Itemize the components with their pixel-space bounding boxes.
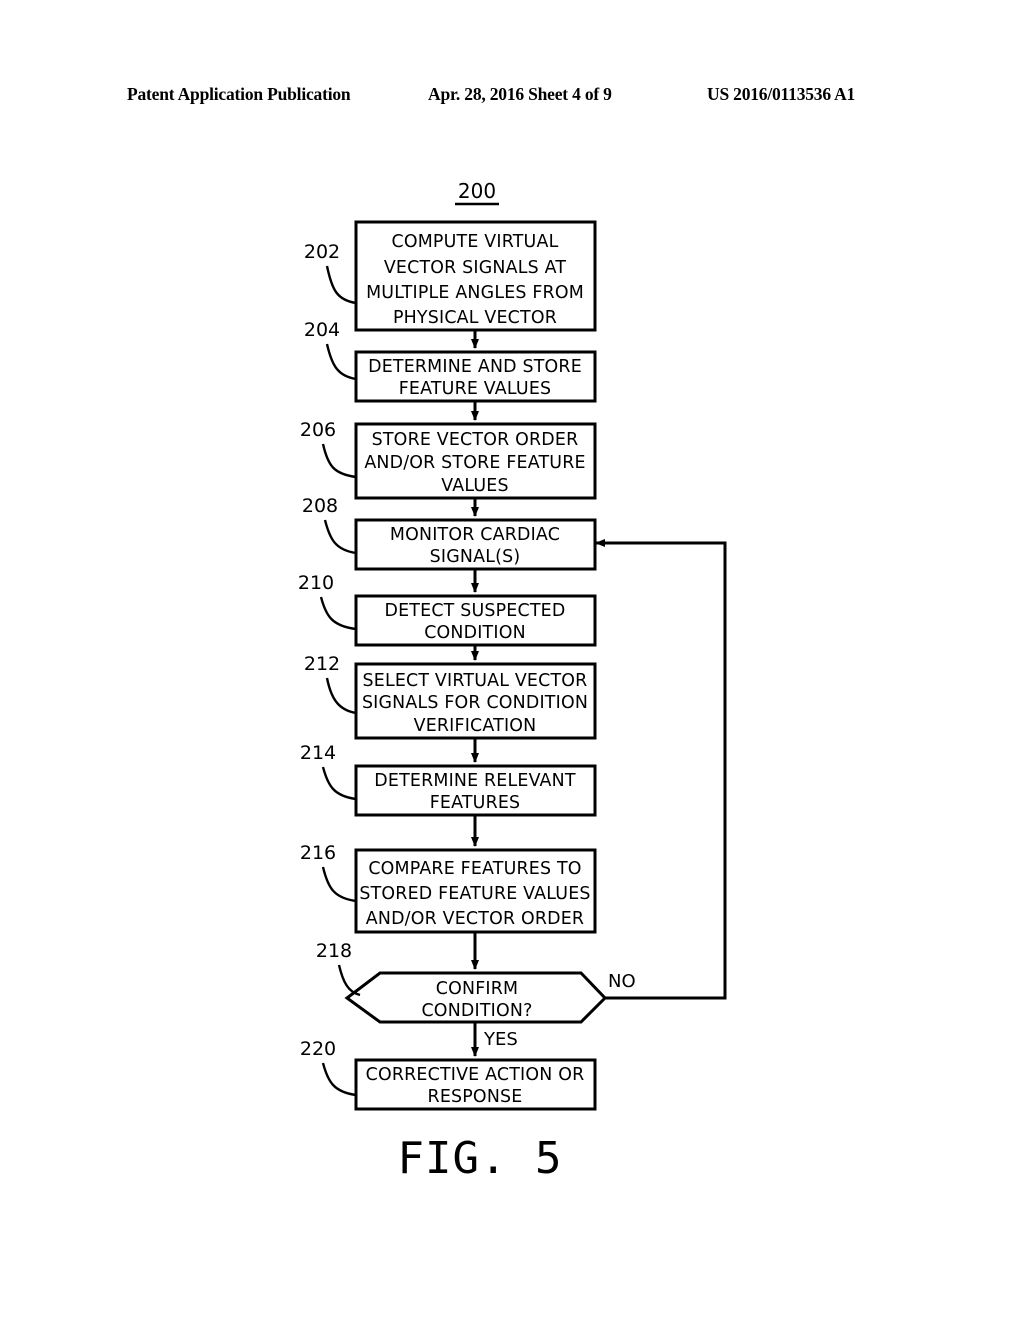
node-212-line-2: SIGNALS FOR CONDITION [362, 693, 588, 713]
figure-5: 200 COMPUTE VIRTUAL VECTOR SIGNALS AT MU… [0, 0, 1024, 1320]
node-220-line-2: RESPONSE [428, 1087, 523, 1107]
node-202-line-3: MULTIPLE ANGLES FROM [366, 283, 584, 303]
node-212-line-1: SELECT VIRTUAL VECTOR [363, 671, 588, 691]
leader-line-202 [325, 265, 357, 305]
leader-line-214 [321, 766, 357, 801]
node-216-line-3: AND/OR VECTOR ORDER [366, 909, 584, 929]
node-204-line-2: FEATURE VALUES [399, 379, 552, 399]
node-218-line-2: CONDITION? [421, 1001, 532, 1021]
ref-number-206: 206 [300, 419, 336, 441]
node-216-line-2: STORED FEATURE VALUES [359, 884, 590, 904]
leader-line-216 [321, 866, 357, 903]
node-214-line-2: FEATURES [430, 793, 521, 813]
node-206-line-2: AND/OR STORE FEATURE [364, 453, 585, 473]
node-206-line-3: VALUES [441, 476, 508, 496]
node-202-line-2: VECTOR SIGNALS AT [384, 258, 567, 278]
node-220-line-1: CORRECTIVE ACTION OR [366, 1065, 585, 1085]
diagram-number-200: 200 [458, 179, 496, 203]
leader-line-208 [323, 519, 357, 555]
leader-line-204 [325, 343, 357, 381]
node-212-line-3: VERIFICATION [414, 716, 537, 736]
leader-line-212 [325, 677, 357, 715]
edge-218-no-to-208 [600, 541, 727, 1000]
leader-line-206 [321, 443, 357, 479]
ref-number-218: 218 [316, 940, 352, 962]
leader-line-210 [319, 596, 357, 631]
node-204-line-1: DETERMINE AND STORE [368, 357, 582, 377]
flowchart-svg: 200 COMPUTE VIRTUAL VECTOR SIGNALS AT MU… [298, 179, 727, 1184]
ref-number-220: 220 [300, 1038, 336, 1060]
node-202-line-4: PHYSICAL VECTOR [393, 308, 557, 328]
leader-line-220 [321, 1062, 357, 1097]
ref-number-210: 210 [298, 572, 334, 594]
ref-number-216: 216 [300, 842, 336, 864]
ref-number-208: 208 [302, 495, 338, 517]
figure-caption: FIG. 5 [398, 1133, 563, 1184]
node-210-line-1: DETECT SUSPECTED [385, 601, 566, 621]
edge-label-yes: YES [483, 1029, 518, 1050]
node-206-line-1: STORE VECTOR ORDER [372, 430, 579, 450]
node-218-line-1: CONFIRM [436, 979, 518, 999]
node-202-line-1: COMPUTE VIRTUAL [392, 232, 559, 252]
node-208-line-1: MONITOR CARDIAC [390, 525, 560, 545]
edge-label-no: NO [608, 971, 636, 992]
node-210-line-2: CONDITION [424, 623, 526, 643]
ref-number-214: 214 [300, 742, 336, 764]
ref-number-202: 202 [304, 241, 340, 263]
ref-number-212: 212 [304, 653, 340, 675]
node-214-line-1: DETERMINE RELEVANT [374, 771, 576, 791]
node-208-line-2: SIGNAL(S) [430, 547, 521, 567]
ref-number-204: 204 [304, 319, 340, 341]
node-216-line-1: COMPARE FEATURES TO [368, 859, 581, 879]
